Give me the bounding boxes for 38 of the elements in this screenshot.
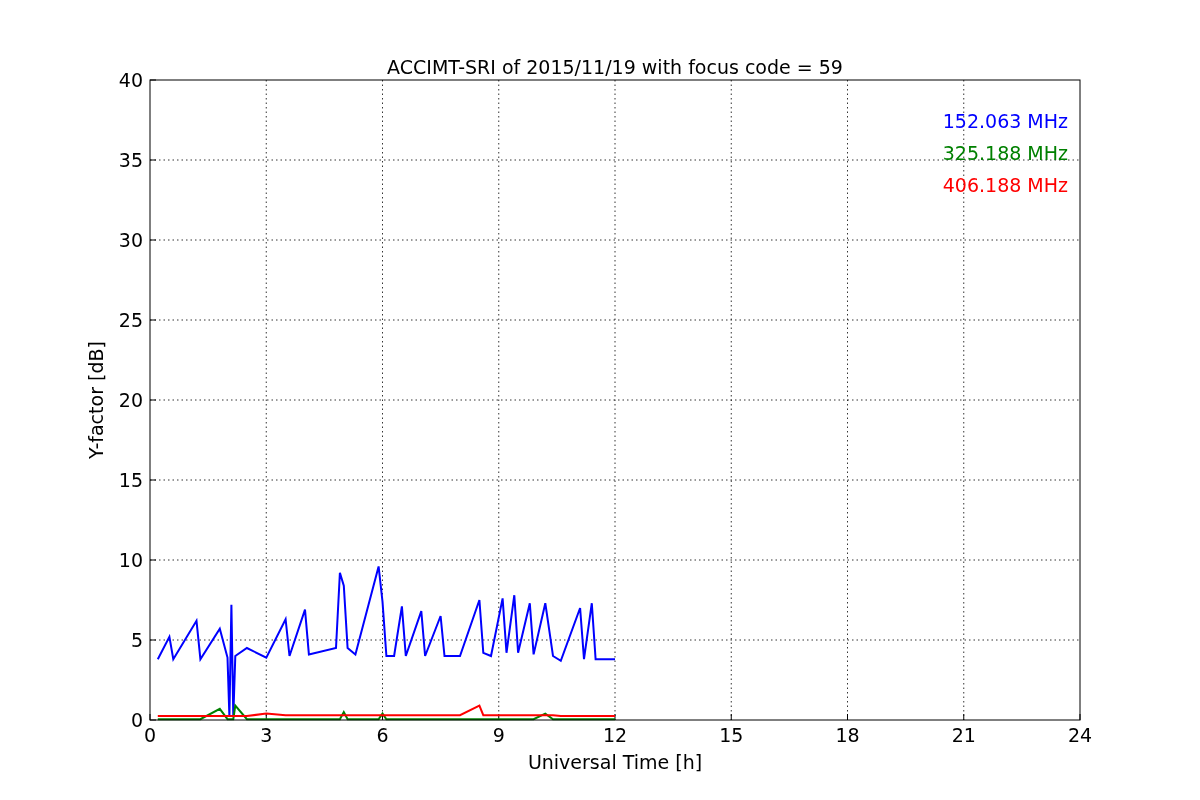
y-tick-label: 10 <box>118 549 143 571</box>
y-tick-label: 25 <box>118 309 143 331</box>
chart-title: ACCIMT-SRI of 2015/11/19 with focus code = 59 <box>387 56 843 78</box>
x-tick-label: 24 <box>1067 724 1093 746</box>
y-axis-label: Y-factor [dB] <box>85 341 107 459</box>
y-tick-mark <box>149 399 157 401</box>
x-axis-label: Universal Time [h] <box>527 751 703 773</box>
y-tick-mark <box>149 559 157 561</box>
x-tick-label: 15 <box>719 724 744 746</box>
legend-label: 406.188 MHz <box>942 174 1068 196</box>
x-tick-mark <box>963 713 965 721</box>
y-tick-label: 0 <box>130 709 143 731</box>
x-tick-mark <box>265 713 267 721</box>
x-tick-mark <box>498 713 500 721</box>
x-tick-label: 3 <box>260 724 273 746</box>
y-tick-label: 40 <box>118 69 143 91</box>
y-tick-mark <box>149 479 157 481</box>
y-tick-label: 30 <box>118 229 143 251</box>
y-tick-mark <box>149 319 157 321</box>
x-tick-mark <box>614 713 616 721</box>
legend-label: 152.063 MHz <box>942 110 1068 132</box>
y-tick-label: 15 <box>118 469 143 491</box>
x-tick-label: 18 <box>835 724 860 746</box>
x-tick-mark <box>382 713 383 721</box>
y-tick-mark <box>149 239 157 241</box>
x-tick-label: 9 <box>492 724 505 746</box>
y-tick-label: 5 <box>130 629 143 651</box>
x-tick-mark <box>730 713 732 721</box>
y-tick-mark <box>149 159 157 161</box>
y-tick-label: 35 <box>118 149 143 171</box>
x-tick-label: 0 <box>143 724 157 746</box>
x-tick-label: 21 <box>951 724 976 746</box>
y-tick-label: 20 <box>118 389 143 411</box>
x-tick-label: 12 <box>602 724 628 746</box>
legend-label: 325.188 MHz <box>942 142 1068 164</box>
x-tick-mark <box>847 713 848 721</box>
y-tick-mark <box>149 639 157 641</box>
x-tick-label: 6 <box>376 724 389 746</box>
